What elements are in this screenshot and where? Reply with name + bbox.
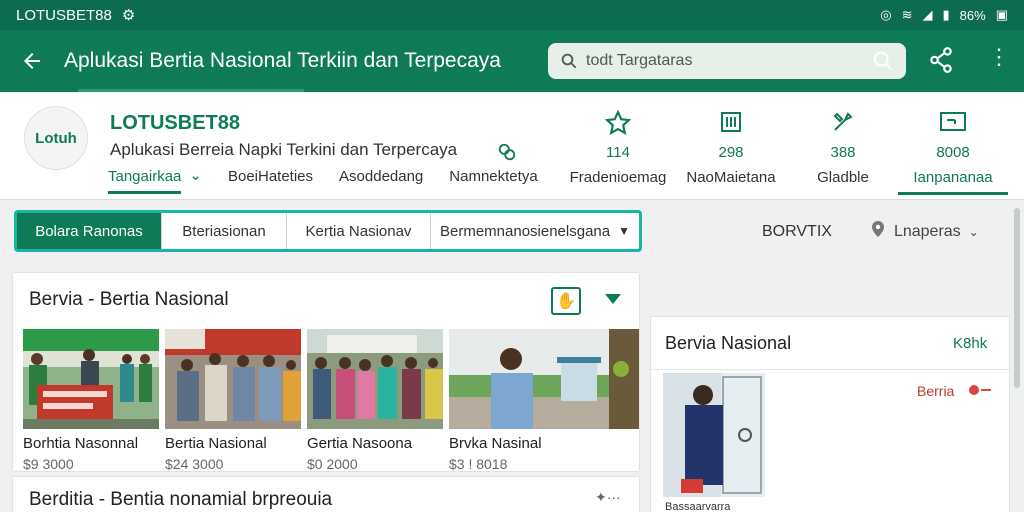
notification-icon: ⚙ <box>121 7 136 24</box>
more-horiz-icon[interactable]: ✦··· <box>595 489 621 506</box>
sort-button[interactable]: BORVTIX <box>762 223 832 241</box>
news-photo <box>23 329 159 429</box>
stat-number: 298 <box>718 144 744 161</box>
bookmark-button[interactable]: ✋ <box>551 287 581 315</box>
more-vert-icon[interactable]: ⋮ <box>988 44 1010 70</box>
star-icon <box>563 109 673 136</box>
location-label: Lnaperas <box>893 222 961 240</box>
news-photo <box>165 329 301 429</box>
side-panel-title: Bervia Nasional <box>665 333 792 353</box>
battery-saver-icon: ▮ <box>942 7 950 22</box>
subtab-1[interactable]: BoeiHateties <box>228 168 313 194</box>
profile-subtabs: Tangairkaa ⌄ BoeiHateties Asoddedang Nam… <box>108 166 564 194</box>
list-controls: BORVTIX Lnaperas ⌄ <box>762 220 979 243</box>
list-item[interactable]: Berditia - Bentia nonamial brpreouia ✦··… <box>12 476 640 512</box>
filter-tab-0[interactable]: Bolara Ranonas <box>17 213 162 249</box>
stat-label: Gladble <box>817 169 869 186</box>
filter-tab-label: Kertia Nasionav <box>305 222 412 240</box>
list-item-title: Berditia - Bentia nonamial brpreouia <box>29 489 333 510</box>
location-filter[interactable]: Lnaperas ⌄ <box>870 220 979 243</box>
search-submit-icon <box>873 51 892 70</box>
search-input[interactable]: todt Targataras <box>548 43 906 79</box>
stat-label: NaoMaietana <box>686 169 776 186</box>
chevron-down-icon: ▼ <box>618 224 630 238</box>
brand-name: LOTUSBET88 <box>110 112 241 134</box>
side-panel: Bervia Nasional K8hk Bassaarvarra Berria <box>650 316 1011 512</box>
brand-logo: Lotuh <box>24 106 88 170</box>
live-dot-line <box>981 389 991 391</box>
side-panel-link[interactable]: K8hk <box>953 335 987 352</box>
subtab-0[interactable]: Tangairkaa <box>108 168 182 194</box>
subtab-2[interactable]: Asoddedang <box>339 168 423 194</box>
logo-text: Lotuh <box>35 129 77 147</box>
chevron-down-icon[interactable]: ⌄ <box>189 166 202 194</box>
status-bar: LOTUSBET88 ⚙ ◎ ≋ ◢ ▮ 86% ▣ <box>0 0 1024 30</box>
tools-icon <box>788 110 898 136</box>
page-title: Aplukasi Bertia Nasional Terkiin dan Ter… <box>64 49 501 72</box>
stat-number: 8008 <box>936 144 970 161</box>
news-photo <box>449 329 639 429</box>
news-thumb-2[interactable]: Gertia Nasoona $0 2000 <box>307 329 443 472</box>
stat-item-0[interactable]: 114 Fradenioemag <box>563 109 673 186</box>
news-thumb-0[interactable]: Borhtia Nasonnal $9 3000 <box>23 329 159 472</box>
hand-icon: ✋ <box>556 293 576 310</box>
filter-tab-label: Bteriasionan <box>182 222 266 240</box>
filter-tab-dropdown[interactable]: Bermemnanosienelsgana ▼ <box>431 213 639 249</box>
side-photo-caption: Bassaarvarra <box>665 501 731 512</box>
search-placeholder: todt Targataras <box>586 52 693 69</box>
brand-tagline: Aplukasi Berreia Napki Terkini dan Terpe… <box>110 140 458 159</box>
news-thumbnails: Borhtia Nasonnal $9 3000 Bertia Nasional… <box>23 329 639 472</box>
battery-percent: 86% <box>959 7 986 23</box>
stat-item-1[interactable]: 298 NaoMaietana <box>676 110 786 186</box>
card-title: Bervia - Bertia Nasional <box>29 289 229 310</box>
monitor-icon <box>898 110 1008 136</box>
news-thumb-3[interactable]: Brvka Nasinal $3 ! 8018 <box>449 329 639 472</box>
divider <box>651 369 1011 370</box>
news-photo <box>307 329 443 429</box>
news-price: $9 3000 <box>23 456 74 472</box>
news-thumb-1[interactable]: Bertia Nasional $24 3000 <box>165 329 301 472</box>
scrollbar[interactable] <box>1014 208 1020 388</box>
chevron-down-icon: ⌄ <box>968 224 979 239</box>
stat-label: Ianpananaa <box>898 169 1008 195</box>
stat-number: 388 <box>830 144 856 161</box>
expand-chevron-icon[interactable] <box>603 291 623 312</box>
news-price: $3 ! 8018 <box>449 456 508 472</box>
filter-tabs: Bolara Ranonas Bteriasionan Kertia Nasio… <box>14 210 642 252</box>
news-caption: Brvka Nasinal <box>449 435 542 452</box>
wifi-icon: ≋ <box>901 7 913 22</box>
news-card: Bervia - Bertia Nasional ✋ Borhtia Nason… <box>12 272 640 472</box>
alarm-icon: ◎ <box>880 7 892 22</box>
signal-icon: ◢ <box>922 7 933 22</box>
app-bar: Aplukasi Bertia Nasional Terkiin dan Ter… <box>0 30 1024 92</box>
profile-header: Lotuh LOTUSBET88 Aplukasi Berreia Napki … <box>0 92 1024 200</box>
link-icon[interactable] <box>496 142 518 167</box>
news-caption: Bertia Nasional <box>165 435 267 452</box>
live-dot-icon <box>969 385 979 395</box>
calendar-icon <box>676 110 786 136</box>
news-caption: Borhtia Nasonnal <box>23 435 139 452</box>
search-icon <box>561 53 577 69</box>
stat-item-2[interactable]: 388 Gladble <box>788 110 898 186</box>
filter-tab-1[interactable]: Bteriasionan <box>162 213 287 249</box>
status-carrier: LOTUSBET88 <box>16 6 112 24</box>
news-price: $0 2000 <box>307 456 358 472</box>
filter-tab-2[interactable]: Kertia Nasionav <box>287 213 431 249</box>
back-arrow-icon[interactable] <box>0 30 64 92</box>
subtab-3[interactable]: Namnektetya <box>449 168 537 194</box>
news-price: $24 3000 <box>165 456 224 472</box>
filter-tab-label: Bolara Ranonas <box>35 222 143 240</box>
stat-number: 114 <box>606 144 630 161</box>
filter-tab-label: Bermemnanosienelsgana <box>440 222 611 240</box>
news-caption: Gertia Nasoona <box>307 435 413 452</box>
side-photo[interactable] <box>663 373 765 497</box>
share-icon[interactable] <box>928 46 954 79</box>
status-badge: Berria <box>917 383 955 399</box>
battery-icon: ▣ <box>995 7 1008 22</box>
location-pin-icon <box>870 220 886 243</box>
stat-label: Fradenioemag <box>569 169 667 186</box>
stat-item-3[interactable]: 8008 Ianpananaa <box>898 110 1008 195</box>
